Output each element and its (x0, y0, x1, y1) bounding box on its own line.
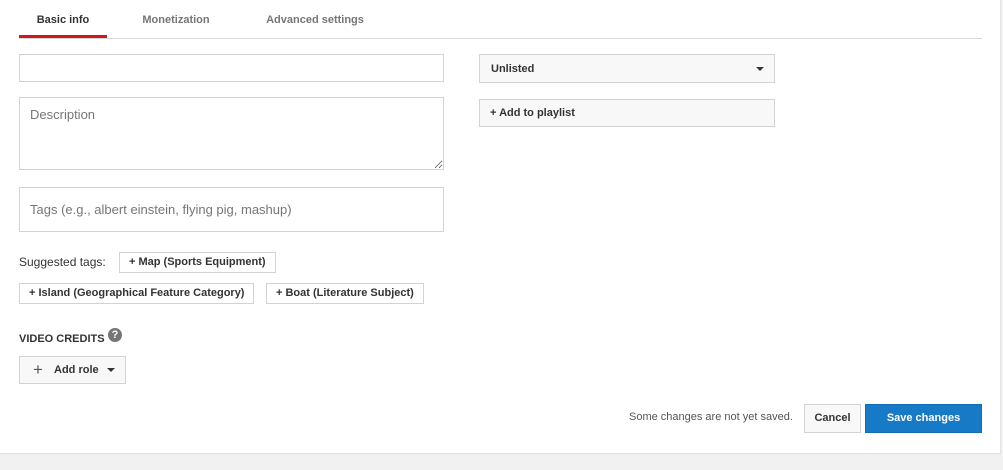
tab-monetization[interactable]: Monetization (125, 0, 227, 36)
tab-bar: Basic info Monetization Advanced setting… (19, 0, 982, 39)
add-role-button[interactable]: + Add role (19, 356, 126, 384)
tab-advanced-settings[interactable]: Advanced settings (253, 0, 377, 36)
video-credits-heading: VIDEO CREDITS (19, 333, 105, 345)
add-role-label: Add role (54, 364, 99, 376)
upload-details-panel: Basic info Monetization Advanced setting… (0, 0, 1001, 454)
cancel-button[interactable]: Cancel (804, 404, 861, 433)
suggested-tag-island[interactable]: + Island (Geographical Feature Category) (19, 283, 255, 304)
add-to-playlist-button[interactable]: + Add to playlist (479, 99, 775, 127)
unsaved-changes-status: Some changes are not yet saved. (629, 411, 793, 423)
chevron-down-icon (756, 67, 764, 71)
privacy-selected-value: Unlisted (491, 63, 535, 75)
tab-basic-info[interactable]: Basic info (19, 0, 107, 38)
title-input[interactable] (19, 54, 444, 82)
help-icon[interactable]: ? (108, 328, 122, 342)
plus-icon: + (33, 360, 43, 379)
privacy-select[interactable]: Unlisted (479, 54, 775, 83)
save-changes-button[interactable]: Save changes (865, 404, 982, 433)
suggested-tags-label: Suggested tags: (19, 255, 106, 269)
suggested-tag-map[interactable]: + Map (Sports Equipment) (119, 252, 276, 273)
description-textarea[interactable] (19, 97, 444, 170)
tags-input[interactable] (19, 187, 444, 232)
chevron-down-icon (107, 368, 115, 372)
suggested-tag-boat[interactable]: + Boat (Literature Subject) (266, 283, 424, 304)
